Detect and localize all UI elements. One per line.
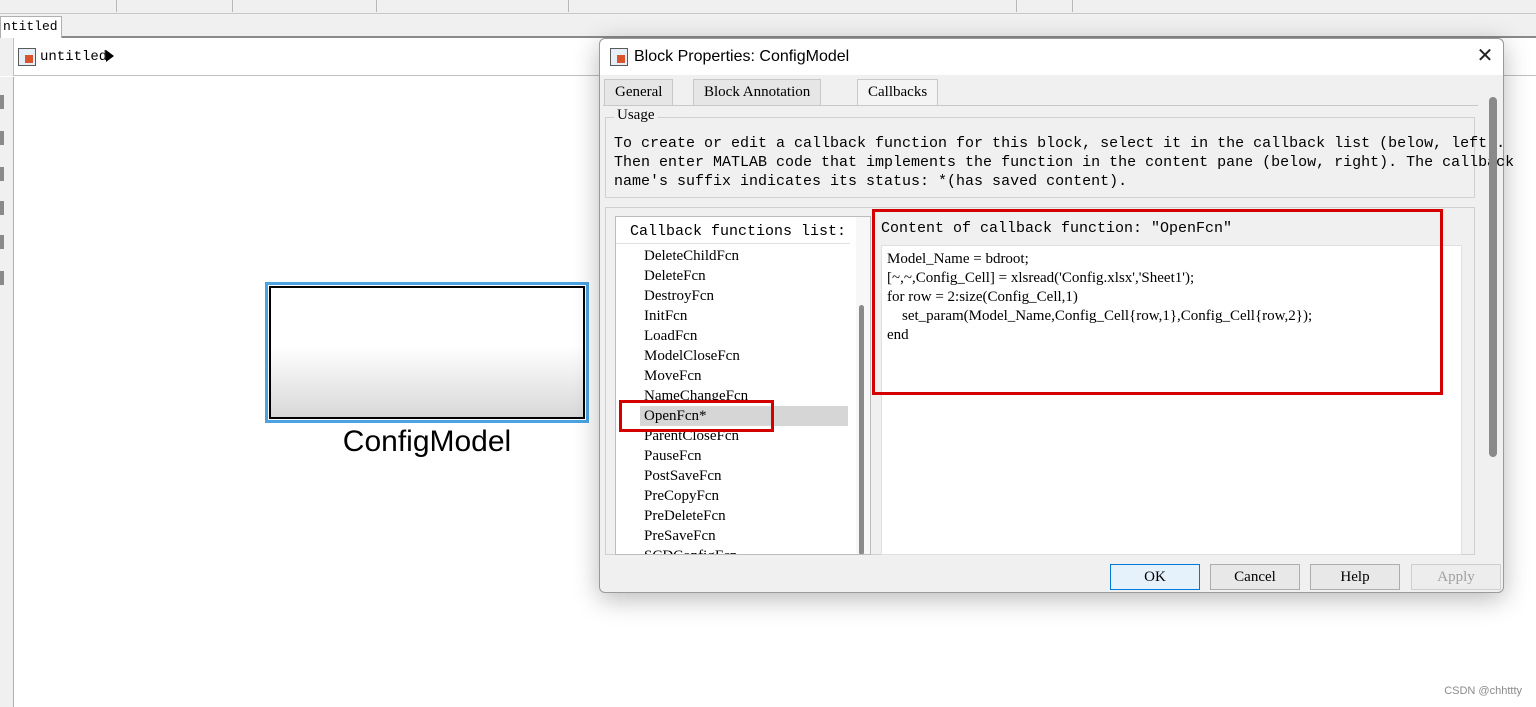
- callback-item-initfcn[interactable]: InitFcn: [644, 306, 687, 326]
- tab-block-annotation[interactable]: Block Annotation: [693, 79, 822, 105]
- callback-item-scdconfigfcn[interactable]: SCDConfigFcn: [644, 546, 737, 554]
- toolbar-separator: [568, 0, 569, 12]
- callback-item-predeletefcn[interactable]: PreDeleteFcn: [644, 506, 726, 526]
- callback-item-loadfcn[interactable]: LoadFcn: [644, 326, 697, 346]
- toolbar-separator: [1072, 0, 1073, 12]
- usage-text: Then enter MATLAB code that implements t…: [614, 154, 1515, 171]
- breadcrumb-arrow-icon[interactable]: [106, 50, 114, 62]
- callback-item-pausefcn[interactable]: PauseFcn: [644, 446, 702, 466]
- palette-tool-icon[interactable]: [0, 235, 4, 249]
- ok-button[interactable]: OK: [1110, 564, 1200, 590]
- callback-item-postsavefcn[interactable]: PostSaveFcn: [644, 466, 722, 486]
- toolbar-separator: [1016, 0, 1017, 12]
- callback-item-precopyfcn[interactable]: PreCopyFcn: [644, 486, 719, 506]
- block-properties-dialog: Block Properties: ConfigModel ✕ General …: [599, 38, 1514, 593]
- toolstrip: [0, 0, 1536, 14]
- callback-item-destroyfcn[interactable]: DestroyFcn: [644, 286, 714, 306]
- tab-divider: [603, 105, 1478, 106]
- close-icon[interactable]: ✕: [1474, 45, 1496, 67]
- block-label[interactable]: ConfigModel: [265, 425, 589, 459]
- usage-legend: Usage: [614, 107, 658, 124]
- palette-tool-icon[interactable]: [0, 167, 4, 181]
- tab-general[interactable]: General: [604, 79, 674, 105]
- list-scrollbar-thumb[interactable]: [859, 305, 864, 554]
- model-tab-bar: ntitled: [0, 14, 1536, 38]
- callback-list-header: Callback functions list:: [630, 223, 847, 240]
- model-icon: [18, 48, 36, 66]
- palette-tool-icon[interactable]: [0, 95, 4, 109]
- palette-tool-icon[interactable]: [0, 201, 4, 215]
- openfcn-highlight-box: [619, 400, 774, 432]
- apply-button[interactable]: Apply: [1411, 564, 1501, 590]
- content-highlight-box: [872, 209, 1443, 395]
- block-palette: [0, 77, 14, 707]
- watermark: CSDN @chhttty: [1444, 685, 1522, 697]
- help-button[interactable]: Help: [1310, 564, 1400, 590]
- callback-item-modelclosefcn[interactable]: ModelCloseFcn: [644, 346, 740, 366]
- dialog-title: Block Properties: ConfigModel: [634, 48, 850, 65]
- usage-text: name's suffix indicates its status: *(ha…: [614, 173, 1128, 190]
- list-divider: [616, 243, 850, 244]
- callback-item-presavefcn[interactable]: PreSaveFcn: [644, 526, 716, 546]
- callback-item-deletefcn[interactable]: DeleteFcn: [644, 266, 706, 286]
- tab-callbacks[interactable]: Callbacks: [857, 79, 939, 106]
- simulink-icon: [610, 48, 628, 66]
- breadcrumb-model-name[interactable]: untitled: [40, 48, 107, 66]
- palette-header: [0, 38, 14, 76]
- toolbar-separator: [116, 0, 117, 12]
- palette-tool-icon[interactable]: [0, 131, 4, 145]
- subsystem-block[interactable]: [269, 286, 585, 419]
- callback-list[interactable]: Callback functions list: DeleteChildFcn …: [615, 216, 871, 555]
- dialog-scrollbar[interactable]: [1489, 97, 1497, 457]
- dialog-titlebar[interactable]: Block Properties: ConfigModel ✕: [600, 39, 1503, 75]
- callback-item-movefcn[interactable]: MoveFcn: [644, 366, 702, 386]
- callback-item-deletechildfcn[interactable]: DeleteChildFcn: [644, 246, 739, 266]
- cancel-button[interactable]: Cancel: [1210, 564, 1300, 590]
- toolbar-separator: [376, 0, 377, 12]
- toolbar-separator: [232, 0, 233, 12]
- palette-tool-icon[interactable]: [0, 271, 4, 285]
- model-tab[interactable]: ntitled: [0, 16, 62, 38]
- usage-text: To create or edit a callback function fo…: [614, 135, 1506, 152]
